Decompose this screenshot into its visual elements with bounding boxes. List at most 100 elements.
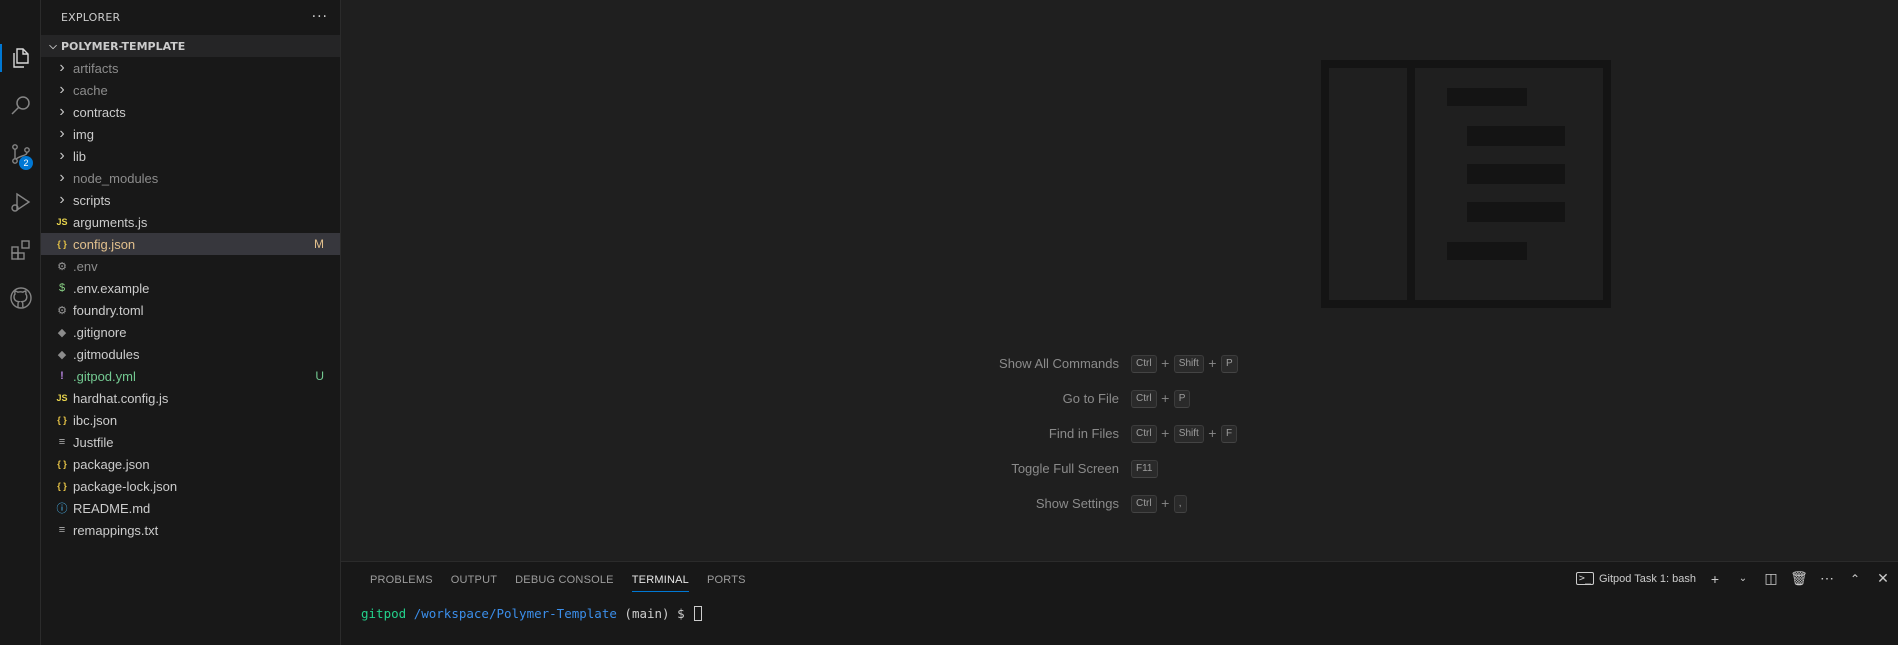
terminal-cursor (694, 606, 703, 621)
file-item[interactable]: ◆ .gitmodules (41, 343, 340, 365)
file-item[interactable]: JS arguments.js (41, 211, 340, 233)
explorer-sidebar: EXPLORER ··· ⌵ POLYMER-TEMPLATE › artifac… (41, 0, 341, 645)
trash-icon[interactable]: 🗑 (1790, 570, 1808, 587)
key-separator: + (1207, 357, 1218, 370)
chevron-right-icon: › (59, 103, 65, 120)
more-icon[interactable]: ⋯ (1818, 570, 1836, 587)
new-terminal-icon[interactable]: + (1706, 571, 1724, 587)
close-panel-icon[interactable]: ✕ (1874, 570, 1892, 587)
file-item[interactable]: { } package-lock.json (41, 475, 340, 497)
github-icon (9, 287, 32, 309)
shortcut-label: Show All Commands (999, 356, 1119, 371)
github-button[interactable] (0, 278, 41, 318)
file-item[interactable]: ⚙ foundry.toml (41, 299, 340, 321)
shortcut-keys: Ctrl +, (1131, 494, 1187, 513)
keybinding-key: F11 (1131, 459, 1158, 478)
extensions-button[interactable] (0, 230, 41, 270)
text-file-icon: ≡ (58, 436, 66, 448)
extensions-icon (10, 240, 30, 260)
chevron-right-icon: › (59, 125, 65, 142)
tab-debug-console[interactable]: DEBUG CONSOLE (506, 570, 623, 592)
keybinding-key: , (1173, 494, 1187, 513)
split-terminal-icon[interactable]: ◫ (1762, 570, 1780, 587)
shortcut-keys: Ctrl + P (1131, 389, 1191, 408)
tab-terminal[interactable]: TERMINAL (623, 570, 698, 592)
tree-item-label: node_modules (73, 170, 159, 186)
shortcut-label: Find in Files (1048, 426, 1119, 441)
tree-item-label: package-lock.json (73, 478, 178, 494)
tree-item-label: .gitpod.yml (73, 368, 136, 384)
maximize-panel-icon[interactable]: ⌃ (1846, 572, 1864, 586)
tab-problems[interactable]: PROBLEMS (361, 570, 442, 592)
git-status-badge: M (314, 237, 324, 251)
chevron-down-icon[interactable]: ⌄ (1734, 573, 1752, 584)
tree-item-label: .env.example (73, 280, 150, 296)
shortcut-keys: Ctrl + Shift + P (1131, 354, 1238, 373)
file-item[interactable]: $ .env.example (41, 277, 340, 299)
file-item[interactable]: JS hardhat.config.js (41, 387, 340, 409)
tree-item-label: .env (73, 258, 98, 274)
source-control-badge: 2 (19, 156, 33, 170)
folder-item[interactable]: › lib (41, 145, 340, 167)
tree-item-label: cache (73, 82, 108, 98)
file-item[interactable]: ◆ .gitignore (41, 321, 340, 343)
file-item[interactable]: { } ibc.json (41, 409, 340, 431)
shortcut-label: Go to File (1062, 391, 1119, 406)
file-item[interactable]: { } package.json (41, 453, 340, 475)
terminal-selector[interactable]: >_ Gitpod Task 1: bash (1575, 572, 1696, 585)
javascript-file-icon: JS (56, 393, 68, 403)
folder-item[interactable]: › scripts (41, 189, 340, 211)
search-button[interactable] (0, 86, 41, 126)
file-item[interactable]: ! .gitpod.yml U (41, 365, 340, 387)
explorer-button[interactable] (0, 38, 41, 78)
search-icon (10, 96, 30, 115)
panel-tabs: PROBLEMS OUTPUT DEBUG CONSOLE TERMINAL PORTS (361, 570, 755, 592)
file-item[interactable]: ⚙ .env (41, 255, 340, 277)
sidebar-header: EXPLORER ··· (41, 0, 340, 34)
key-separator: + (1160, 497, 1170, 510)
tree-item-label: Justfile (73, 434, 114, 450)
folder-item[interactable]: › img (41, 123, 340, 145)
shortcut-row: Show All Commands Ctrl + Shift + P (941, 346, 1641, 381)
activity-bar: 2 (0, 0, 41, 645)
tree-item-label: hardhat.config.js (73, 390, 169, 406)
json-file-icon: { } (57, 459, 67, 469)
tree-item-label: remappings.txt (73, 522, 159, 538)
source-control-button[interactable]: 2 (0, 134, 41, 174)
file-item[interactable]: ≡ Justfile (41, 431, 340, 453)
file-item[interactable]: ⓘ README.md (41, 497, 340, 519)
run-debug-button[interactable] (0, 182, 41, 222)
keybinding-key: Ctrl (1131, 389, 1157, 408)
chevron-right-icon: › (59, 191, 65, 208)
shortcut-row: Toggle Full Screen F11 (941, 451, 1641, 486)
folder-item[interactable]: › node_modules (41, 167, 340, 189)
key-separator: + (1207, 427, 1218, 440)
shortcut-row: Go to File Ctrl + P (941, 381, 1641, 416)
folder-item[interactable]: › cache (41, 79, 340, 101)
keybinding-key: Shift (1173, 354, 1204, 373)
keybinding-key: P (1173, 389, 1191, 408)
tree-item-label: scripts (73, 192, 111, 208)
tree-item-label: ibc.json (73, 412, 118, 428)
tab-output[interactable]: OUTPUT (442, 570, 506, 592)
project-section-header[interactable]: ⌵ POLYMER-TEMPLATE (41, 35, 340, 57)
chevron-right-icon: › (59, 59, 65, 76)
chevron-down-icon: ⌵ (49, 40, 57, 52)
more-actions-button[interactable]: ··· (312, 9, 328, 25)
terminal-prompt[interactable]: gitpod /workspace/Polymer-Template (main… (361, 606, 703, 621)
tree-item-label: README.md (73, 500, 151, 516)
terminal-icon: >_ (1575, 572, 1594, 585)
keybinding-key: Shift (1173, 424, 1204, 443)
shortcut-row: Find in Files Ctrl + Shift + F (941, 416, 1641, 451)
file-item[interactable]: ≡ remappings.txt (41, 519, 340, 541)
shortcut-label: Toggle Full Screen (1011, 461, 1119, 476)
run-debug-icon (10, 192, 30, 212)
folder-item[interactable]: › contracts (41, 101, 340, 123)
shortcut-keys: Ctrl + Shift + F (1131, 424, 1238, 443)
folder-item[interactable]: › artifacts (41, 57, 340, 79)
tree-item-label: .gitmodules (73, 346, 140, 362)
tab-ports[interactable]: PORTS (698, 570, 755, 592)
keybinding-key: Ctrl (1131, 354, 1157, 373)
shell-env-icon: $ (58, 282, 66, 294)
file-item[interactable]: { } config.json M (41, 233, 340, 255)
